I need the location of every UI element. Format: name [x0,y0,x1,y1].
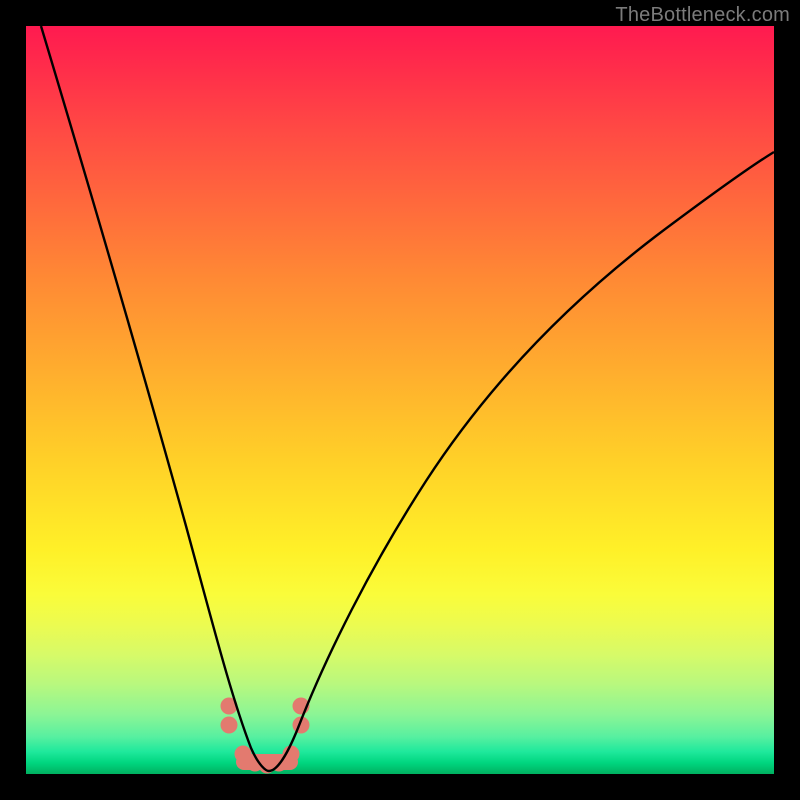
chart-frame: TheBottleneck.com [0,0,800,800]
plot-area [26,26,774,774]
watermark-text: TheBottleneck.com [615,4,790,27]
bottleneck-curve [41,26,774,771]
curve-layer [26,26,774,774]
